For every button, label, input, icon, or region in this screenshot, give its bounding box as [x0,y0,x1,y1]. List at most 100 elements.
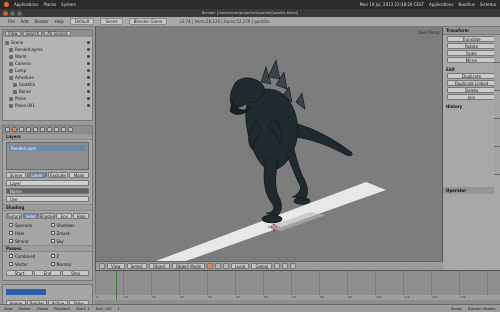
shelf-tab[interactable] [494,119,500,147]
specular-checkbox[interactable]: Specular [9,222,45,228]
visibility-icon[interactable] [87,83,90,86]
editor-type-icon[interactable] [99,263,105,269]
outliner-row[interactable]: Scene [5,39,90,46]
operator-panel-title[interactable]: Operator [443,187,494,194]
translate-button[interactable]: Translate [447,36,496,42]
mirror-button[interactable]: Mirror [447,57,496,63]
join-button[interactable]: Join [447,94,496,100]
shelf-tab[interactable] [494,91,500,119]
passes-panel-title[interactable]: Passes [3,245,92,252]
end-frame-field[interactable]: End: 250 [96,307,112,311]
constraints-tab-icon[interactable] [40,127,45,132]
scene-render[interactable] [96,27,444,261]
timeline-ruler[interactable]: 0 10 20 30 40 50 60 70 80 90 100 110 120 130 [95,295,500,300]
timeline-editor[interactable]: 0 10 20 30 40 50 60 70 80 90 100 110 120 130 [95,270,500,304]
mode-selector[interactable]: Object Mode [171,263,206,269]
outliner-row[interactable]: Plane [5,95,90,102]
render-tab-icon[interactable] [5,127,10,132]
normal-checkbox[interactable]: Normal [50,261,87,267]
os-right-applications[interactable]: Applications [429,2,453,7]
texture-button[interactable]: Texture [6,213,22,219]
current-frame-marker[interactable] [116,271,117,300]
shelf-tab[interactable] [494,63,500,91]
engine-selector[interactable]: Blender Game [128,18,168,25]
outliner-row[interactable]: World [5,53,90,60]
outliner-row[interactable]: RenderLayers [5,46,90,53]
scene-selector[interactable]: Scene [100,18,123,25]
name-field[interactable]: Name [6,188,89,194]
shadows-checkbox[interactable]: Shadows [50,222,87,228]
step-field[interactable]: Step [62,270,89,276]
halo-button[interactable]: Halo [73,213,89,219]
transform-orientation-global[interactable]: Global [251,263,273,269]
z-checkbox[interactable]: Z [50,253,87,259]
solid-button[interactable]: Solid [22,213,39,219]
solid-shading-icon[interactable] [207,263,214,269]
outliner-row[interactable]: Godzilla [5,81,90,88]
snap-icon[interactable] [282,263,289,269]
current-frame-field[interactable]: 1 [118,307,120,311]
start-field[interactable]: Start [6,270,33,276]
select-menu[interactable]: Select [126,263,147,269]
render-layer-item[interactable]: RenderLayer [9,145,86,151]
render-icon[interactable] [290,263,297,269]
window-minimize-button[interactable] [10,10,15,16]
start-frame-field[interactable]: Start: 1 [76,307,89,311]
visibility-icon[interactable] [87,62,90,65]
menu-help[interactable]: Help [55,19,64,24]
scene-layer-button[interactable]: Scene [6,172,26,178]
rotate-button[interactable]: Rotate [447,43,496,49]
window-maximize-button[interactable] [17,10,22,16]
transform-panel-title[interactable]: Transform [443,27,500,35]
timeline-view-menu[interactable]: View [4,307,13,311]
outliner-row[interactable]: Bones [5,88,90,95]
layers-panel-title[interactable]: Layers [3,133,92,140]
mask-button[interactable]: Mask [69,172,89,178]
visibility-icon[interactable] [87,69,90,72]
duplicate-button[interactable]: Duplicate [447,73,496,79]
modifiers-tab-icon[interactable] [47,127,52,132]
visibility-icon[interactable] [87,55,90,58]
object-tab-icon[interactable] [33,127,38,132]
shading-panel-title[interactable]: Shading [3,204,92,211]
color-swatch[interactable] [6,289,46,295]
os-menu-applications[interactable]: Applications [14,2,38,7]
os-right-nautilus[interactable]: Nautilus [458,2,474,7]
shelf-tab[interactable] [494,147,500,175]
pivot-icon[interactable] [215,263,222,269]
timeline-frame-menu[interactable]: Frame [37,307,48,311]
scene-tab-icon[interactable] [19,127,24,132]
outliner-row[interactable]: Lamp [5,67,90,74]
render-layers-tab-icon[interactable] [12,127,17,132]
transform-orientation-local[interactable]: Local [231,263,250,269]
edit-panel-title[interactable]: Edit [443,66,500,72]
3d-viewport[interactable]: User Persp View Select Object Object Mod… [95,27,444,270]
outliner-search-menu[interactable]: Search [22,31,43,36]
ubuntu-logo-icon[interactable] [4,2,9,7]
visibility-icon[interactable] [87,41,90,44]
menu-add[interactable]: Add [21,19,29,24]
render-layers-list[interactable]: RenderLayer [6,142,89,170]
vector-checkbox[interactable]: Vector [9,261,45,267]
layers-icon[interactable] [274,263,281,269]
visibility-icon[interactable] [87,90,90,93]
os-menu-places[interactable]: Places [43,2,56,7]
zmask-checkbox[interactable]: Zmask [50,230,87,236]
outliner-row[interactable]: Camera [5,60,90,67]
history-panel-title[interactable]: History [443,103,500,109]
layout-selector[interactable]: Default [69,18,95,25]
duplicate-linked-button[interactable]: Duplicate Linked [447,80,496,86]
exclude-button[interactable]: Exclude [48,172,68,178]
scale-button[interactable]: Scale [447,50,496,56]
shadow-button[interactable]: Shadow [39,213,56,219]
visibility-icon[interactable] [87,104,90,107]
end-field[interactable]: End [34,270,61,276]
env-button[interactable]: Env [56,213,73,219]
strand-checkbox[interactable]: Strand [9,238,45,244]
outliner-row[interactable]: Armature [5,74,90,81]
timeline-marker-menu[interactable]: Marker [19,307,31,311]
outliner-row[interactable]: Plane.001 [5,102,90,109]
window-close-button[interactable] [3,10,8,16]
material-tab-icon[interactable] [61,127,66,132]
sky-checkbox[interactable]: Sky [50,238,87,244]
